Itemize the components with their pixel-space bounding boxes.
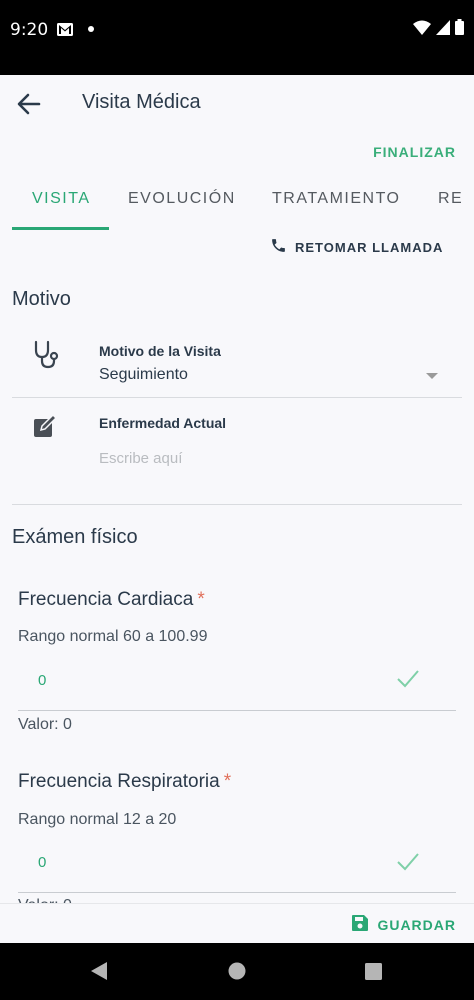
tab-tratamiento[interactable]: TRATAMIENTO: [272, 190, 401, 208]
motivo-visita-label: Motivo de la Visita: [99, 343, 221, 359]
frecuencia-respiratoria-input[interactable]: 0: [38, 854, 46, 871]
stethoscope-icon: [30, 339, 62, 376]
retomar-llamada-label: RETOMAR LLAMADA: [295, 239, 444, 255]
frecuencia-respiratoria-title: Frecuencia Respiratoria *: [18, 771, 231, 793]
guardar-button[interactable]: GUARDAR: [351, 914, 456, 935]
nav-home-icon[interactable]: [228, 962, 246, 985]
battery-icon: [455, 19, 464, 40]
nav-back-icon[interactable]: [90, 961, 108, 986]
frecuencia-respiratoria-label: Frecuencia Respiratoria: [18, 771, 220, 792]
tab-re[interactable]: RE: [438, 190, 474, 208]
back-arrow-icon[interactable]: [14, 89, 44, 119]
status-bar: 9:20: [0, 0, 474, 75]
enfermedad-actual-label: Enfermedad Actual: [99, 415, 227, 431]
tab-bar: VISITA EVOLUCIÓN TRATAMIENTO RE: [0, 178, 474, 230]
input-underline: [18, 710, 456, 711]
enfermedad-actual-field[interactable]: Enfermedad Actual Escribe aquí: [12, 405, 462, 475]
gmail-icon: [57, 23, 73, 41]
required-mark: *: [197, 589, 205, 610]
page-title: Visita Médica: [82, 91, 201, 113]
frecuencia-respiratoria-range: Rango normal 12 a 20: [18, 811, 177, 828]
phone-icon: [270, 237, 287, 257]
system-navigation-bar: [0, 943, 474, 1000]
motivo-visita-value: Seguimiento: [99, 366, 188, 383]
check-icon: [396, 668, 420, 695]
retomar-llamada-button[interactable]: RETOMAR LLAMADA: [270, 237, 443, 257]
enfermedad-actual-input[interactable]: Escribe aquí: [99, 450, 182, 467]
divider: [12, 397, 462, 398]
chevron-down-icon: [426, 373, 438, 379]
edit-note-icon: [32, 413, 58, 444]
tab-indicator: [12, 227, 109, 230]
input-underline: [18, 892, 456, 893]
frecuencia-cardiaca-valor: Valor: 0: [18, 716, 72, 733]
tab-evolucion[interactable]: EVOLUCIÓN: [128, 190, 236, 208]
nav-recents-icon[interactable]: [365, 963, 382, 985]
signal-icon: [436, 19, 450, 40]
status-indicators: [413, 19, 464, 40]
save-icon: [351, 914, 369, 935]
required-mark: *: [223, 771, 232, 792]
frecuencia-cardiaca-label: Frecuencia Cardiaca: [18, 589, 194, 610]
frecuencia-cardiaca-range: Rango normal 60 a 100.99: [18, 628, 208, 645]
status-time: 9:20: [10, 20, 49, 40]
examen-section-title: Exámen físico: [12, 526, 138, 548]
motivo-section-title: Motivo: [12, 288, 71, 310]
finalizar-button[interactable]: FINALIZAR: [373, 144, 456, 160]
divider: [12, 504, 462, 505]
notification-dot-icon: [88, 26, 94, 32]
app-bar: Visita Médica: [0, 75, 474, 133]
frecuencia-cardiaca-title: Frecuencia Cardiaca *: [18, 589, 205, 611]
guardar-label: GUARDAR: [377, 916, 456, 933]
bottom-action-bar: GUARDAR: [0, 903, 474, 943]
frecuencia-cardiaca-input[interactable]: 0: [38, 672, 46, 689]
tab-visita[interactable]: VISITA: [32, 190, 91, 208]
motivo-visita-field[interactable]: Motivo de la Visita Seguimiento: [12, 335, 462, 398]
check-icon: [396, 851, 420, 878]
wifi-icon: [413, 20, 431, 40]
